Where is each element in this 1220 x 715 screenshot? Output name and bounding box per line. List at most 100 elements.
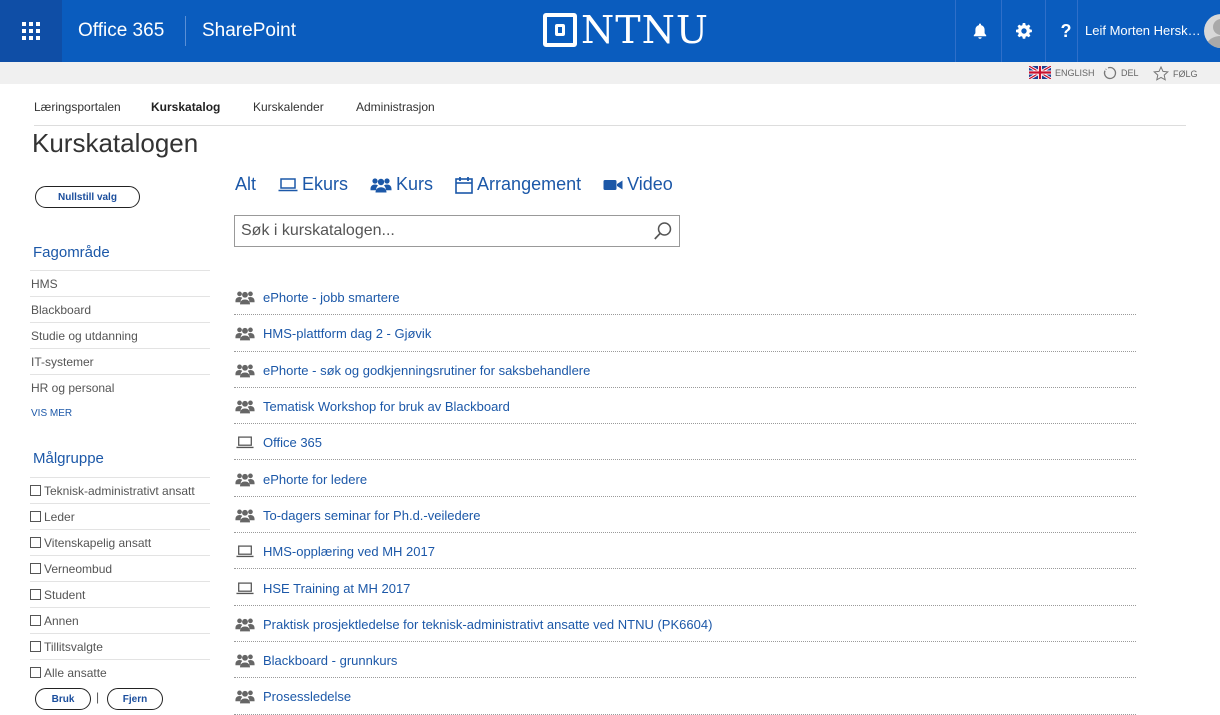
show-more-link[interactable]: VIS MER bbox=[31, 408, 72, 419]
share-label: DEL bbox=[1121, 68, 1139, 78]
suite-divider bbox=[185, 16, 186, 46]
tab-alt[interactable]: Alt bbox=[235, 174, 256, 195]
suite-divider bbox=[955, 0, 956, 62]
fagomrade-item-hms[interactable]: HMS bbox=[30, 270, 210, 296]
laptop-icon bbox=[235, 580, 255, 596]
help-button[interactable]: ? bbox=[1044, 0, 1088, 62]
course-title-link[interactable]: ePhorte for ledere bbox=[263, 472, 367, 487]
malgruppe-option[interactable]: Student bbox=[30, 581, 210, 607]
ribbon-bar: ENGLISH DEL FØLG bbox=[0, 62, 1220, 84]
course-item[interactable]: Office 365 bbox=[234, 424, 1136, 461]
fagomrade-item-blackboard[interactable]: Blackboard bbox=[30, 296, 210, 322]
course-item[interactable]: HMS-opplæring ved MH 2017 bbox=[234, 533, 1136, 570]
fagomrade-heading: Fagområde bbox=[33, 244, 110, 261]
top-navigation: Læringsportalen Kurskatalog Kurskalender… bbox=[34, 100, 1186, 126]
office-365-link[interactable]: Office 365 bbox=[78, 20, 164, 42]
malgruppe-label: Leder bbox=[44, 509, 75, 524]
course-title-link[interactable]: To-dagers seminar for Ph.d.-veiledere bbox=[263, 508, 481, 523]
malgruppe-option[interactable]: Teknisk-administrativt ansatt bbox=[30, 477, 210, 503]
tab-ekurs[interactable]: Ekurs bbox=[278, 174, 348, 195]
tab-arrangement[interactable]: Arrangement bbox=[455, 174, 581, 195]
checkbox[interactable] bbox=[30, 511, 41, 522]
group-icon bbox=[235, 326, 255, 342]
malgruppe-option[interactable]: Leder bbox=[30, 503, 210, 529]
button-separator: | bbox=[96, 690, 100, 704]
course-item[interactable]: To-dagers seminar for Ph.d.-veiledere bbox=[234, 497, 1136, 534]
ntnu-logo-mark bbox=[543, 13, 577, 47]
nav-administrasjon[interactable]: Administrasjon bbox=[356, 100, 435, 114]
page-title: Kurskatalogen bbox=[32, 128, 199, 158]
malgruppe-option[interactable]: Vitenskapelig ansatt bbox=[30, 529, 210, 555]
course-title-link[interactable]: Blackboard - grunnkurs bbox=[263, 653, 397, 668]
group-icon bbox=[235, 616, 255, 632]
group-icon bbox=[235, 399, 255, 415]
course-item[interactable]: Praktisk prosjektledelse for teknisk-adm… bbox=[234, 606, 1136, 642]
course-title-link[interactable]: Prosessledelse bbox=[263, 689, 351, 704]
course-title-link[interactable]: ePhorte - søk og godkjenningsrutiner for… bbox=[263, 363, 590, 378]
notifications-button[interactable] bbox=[958, 0, 1002, 62]
group-icon bbox=[235, 290, 255, 306]
star-icon bbox=[1153, 66, 1169, 81]
app-launcher-button[interactable] bbox=[0, 0, 62, 62]
sharepoint-link[interactable]: SharePoint bbox=[202, 20, 296, 42]
gear-icon bbox=[1016, 23, 1032, 39]
tab-kurs[interactable]: Kurs bbox=[370, 174, 433, 195]
tab-video[interactable]: Video bbox=[603, 174, 673, 195]
language-button[interactable]: ENGLISH bbox=[1029, 66, 1095, 79]
course-title-link[interactable]: Office 365 bbox=[263, 435, 322, 450]
apply-filters-button[interactable]: Bruk bbox=[35, 688, 91, 710]
share-button[interactable]: DEL bbox=[1103, 66, 1139, 80]
search-input[interactable] bbox=[235, 216, 645, 246]
malgruppe-option[interactable]: Alle ansatte bbox=[30, 659, 210, 685]
malgruppe-label: Verneombud bbox=[44, 561, 113, 576]
malgruppe-option[interactable]: Tillitsvalgte bbox=[30, 633, 210, 659]
settings-button[interactable] bbox=[1002, 0, 1046, 62]
checkbox[interactable] bbox=[30, 589, 41, 600]
course-title-link[interactable]: ePhorte - jobb smartere bbox=[263, 290, 400, 305]
course-item[interactable]: Tematisk Workshop for bruk av Blackboard bbox=[234, 388, 1136, 425]
group-icon bbox=[235, 689, 255, 705]
remove-filters-button[interactable]: Fjern bbox=[107, 688, 163, 710]
fagomrade-item-hr[interactable]: HR og personal bbox=[30, 374, 210, 400]
course-title-link[interactable]: HMS-plattform dag 2 - Gjøvik bbox=[263, 326, 431, 341]
course-title-link[interactable]: Tematisk Workshop for bruk av Blackboard bbox=[263, 399, 510, 414]
course-item[interactable]: ePhorte for ledere bbox=[234, 460, 1136, 497]
checkbox[interactable] bbox=[30, 563, 41, 574]
checkbox[interactable] bbox=[30, 537, 41, 548]
checkbox[interactable] bbox=[30, 615, 41, 626]
reset-filters-button[interactable]: Nullstill valg bbox=[35, 186, 140, 208]
avatar[interactable] bbox=[1204, 14, 1220, 48]
follow-button[interactable]: FØLG bbox=[1153, 66, 1198, 81]
user-name[interactable]: Leif Morten Hersk… bbox=[1085, 23, 1201, 38]
course-item[interactable]: Blackboard - grunnkurs bbox=[234, 642, 1136, 679]
course-title-link[interactable]: HSE Training at MH 2017 bbox=[263, 581, 410, 596]
checkbox[interactable] bbox=[30, 485, 41, 496]
course-item[interactable]: ePhorte - søk og godkjenningsrutiner for… bbox=[234, 352, 1136, 388]
ntnu-logo-text: NTNU bbox=[581, 8, 709, 52]
course-title-link[interactable]: HMS-opplæring ved MH 2017 bbox=[263, 544, 435, 559]
checkbox[interactable] bbox=[30, 667, 41, 678]
ntnu-logo[interactable]: NTNU bbox=[543, 8, 709, 52]
nav-kurskatalog[interactable]: Kurskatalog bbox=[151, 100, 220, 114]
course-item[interactable]: HSE Training at MH 2017 bbox=[234, 569, 1136, 606]
tab-label: Ekurs bbox=[302, 174, 349, 194]
course-title-link[interactable]: Praktisk prosjektledelse for teknisk-adm… bbox=[263, 617, 712, 632]
malgruppe-option[interactable]: Verneombud bbox=[30, 555, 210, 581]
group-icon bbox=[235, 471, 255, 487]
group-icon bbox=[235, 362, 255, 378]
suite-bar: Office 365 SharePoint NTNU ? Leif Morten… bbox=[0, 0, 1220, 62]
nav-kurskalender[interactable]: Kurskalender bbox=[253, 100, 324, 114]
tab-label: Video bbox=[627, 174, 673, 194]
fagomrade-item-studie[interactable]: Studie og utdanning bbox=[30, 322, 210, 348]
malgruppe-option[interactable]: Annen bbox=[30, 607, 210, 633]
fagomrade-item-it-systemer[interactable]: IT-systemer bbox=[30, 348, 210, 374]
suite-divider bbox=[1077, 0, 1078, 62]
course-item[interactable]: ePhorte - jobb smartere bbox=[234, 279, 1136, 316]
checkbox[interactable] bbox=[30, 641, 41, 652]
search-icon[interactable] bbox=[653, 221, 673, 241]
nav-laeringsportalen[interactable]: Læringsportalen bbox=[34, 100, 121, 114]
course-item[interactable]: Prosessledelse bbox=[234, 678, 1136, 715]
course-item[interactable]: HMS-plattform dag 2 - Gjøvik bbox=[234, 315, 1136, 352]
course-list: ePhorte - jobb smartere HMS-plattform da… bbox=[234, 279, 1136, 715]
malgruppe-label: Teknisk-administrativt ansatt bbox=[44, 483, 195, 498]
